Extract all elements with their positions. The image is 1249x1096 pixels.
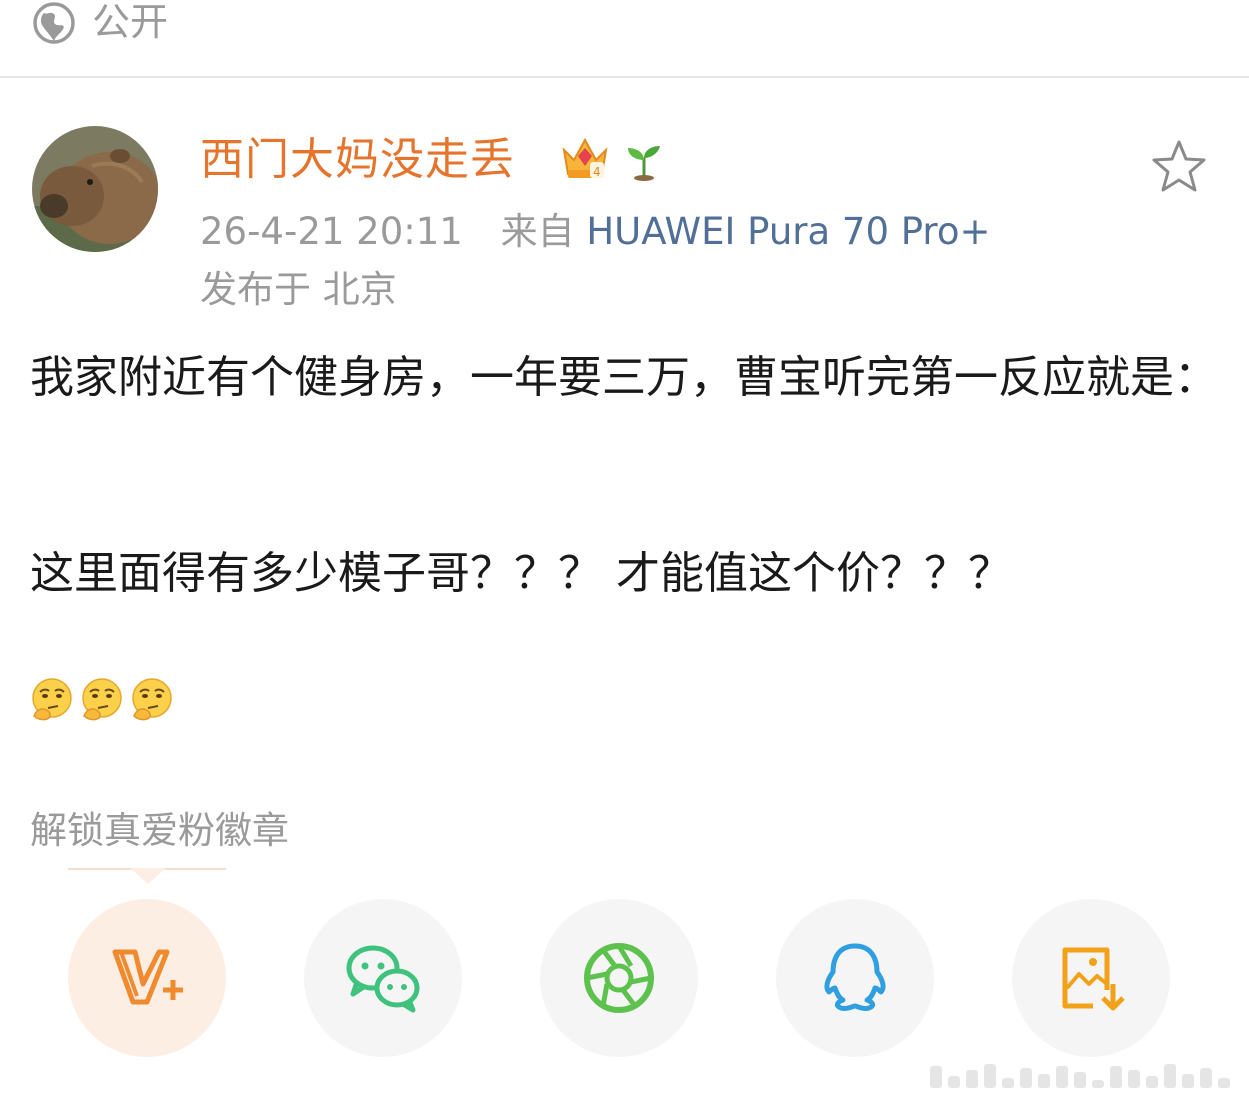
v-plus-icon (112, 949, 183, 1005)
capybara-avatar (32, 126, 158, 252)
wechat-icon (346, 945, 420, 1013)
svg-text:4: 4 (593, 165, 601, 179)
thinking-face-icon (32, 678, 72, 721)
fan-badge-caret (130, 868, 166, 884)
sprout-icon (628, 146, 660, 181)
globe-icon (33, 2, 75, 44)
qq-penguin-icon (824, 943, 886, 1012)
post-body-text: 我家附近有个健身房，一年要三万，曹宝听完第一反应就是： (30, 352, 1218, 403)
thinking-face-icon (132, 678, 172, 721)
device-link[interactable]: HUAWEI Pura 70 Pro+ (586, 210, 990, 253)
save-image-icon (1062, 947, 1125, 1011)
post-question-text: 这里面得有多少模子哥？？？ 才能值这个价？？？ (30, 548, 1012, 599)
post-body: 我家附近有个健身房，一年要三万，曹宝听完第一反应就是： (30, 346, 1220, 410)
share-vplus-button[interactable] (68, 899, 226, 1057)
moments-aperture-icon (584, 943, 654, 1013)
visibility-bar: 公开 (0, 0, 1249, 78)
visibility-label[interactable]: 公开 (92, 0, 168, 44)
thinking-face-icon (82, 678, 122, 721)
avatar[interactable] (32, 126, 158, 252)
gesture-bar (930, 1058, 1240, 1088)
post-location: 发布于 北京 (200, 268, 397, 311)
unlock-fan-badge-link[interactable]: 解锁真爱粉徽章 (30, 806, 289, 856)
share-wechat-button[interactable] (304, 899, 462, 1057)
share-qq-button[interactable] (776, 899, 934, 1057)
source-prefix: 来自 (500, 210, 575, 253)
crown-level-4-icon: 4 (562, 137, 608, 179)
post-timestamp: 26-4-21 20:11 (200, 210, 463, 253)
emoji-row (28, 676, 176, 726)
share-moments-button[interactable] (540, 899, 698, 1057)
star-outline-icon[interactable] (1150, 138, 1208, 196)
username[interactable]: 西门大妈没走丢 (200, 132, 515, 188)
post-meta: 26-4-21 20:11 来自 HUAWEI Pura 70 Pro+ (200, 208, 990, 256)
share-save-image-button[interactable] (1012, 899, 1170, 1057)
